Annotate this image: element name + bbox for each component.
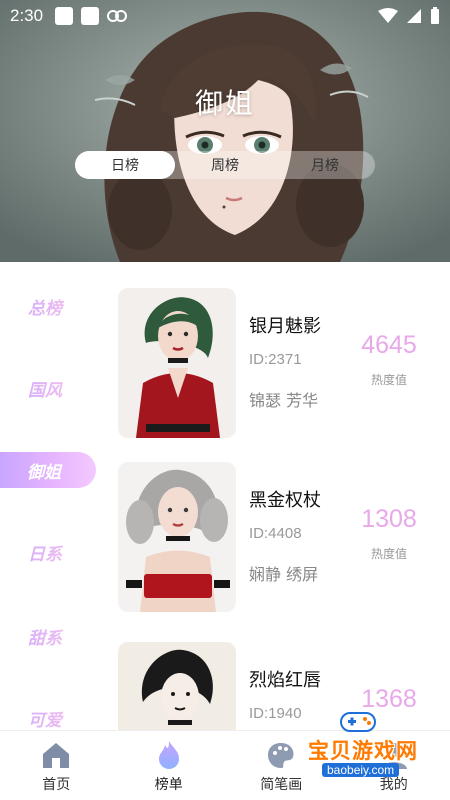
nav-drawing[interactable]: 简笔画 [225,731,338,800]
home-icon [43,743,70,768]
character-tags: 锦瑟 芳华 [249,391,319,410]
sidebar-item-total[interactable]: 总榜 [0,288,96,324]
character-thumbnail [118,462,236,612]
heat-value: 1368 [361,685,417,713]
character-id: ID:4408 [249,525,302,542]
flame-icon [158,741,179,769]
heat-label: 热度值 [370,547,407,561]
heat-value: 4645 [361,331,417,359]
ranking-list: 银月魅影 ID:2371 锦瑟 芳华 4645 热度值 黑金权杖 ID:4408… [100,262,450,730]
character-tags: 娴静 绣屏 [249,565,319,584]
character-id: ID:2371 [249,351,302,368]
notification-icon [81,7,100,25]
heat-label: 热度值 [370,373,407,387]
tab-daily[interactable]: 日榜 [75,151,175,179]
sidebar-item-yujie[interactable]: 御姐 [0,452,96,488]
page-title: 御姐 [194,87,255,120]
notification-icon [55,7,74,25]
battery-icon [431,7,439,24]
tab-monthly[interactable]: 月榜 [275,151,375,179]
list-item[interactable]: 银月魅影 ID:2371 锦瑟 芳华 4645 热度值 [118,288,450,440]
wifi-icon [378,8,398,23]
status-bar: 2:30 [0,0,450,32]
list-item[interactable]: 黑金权杖 ID:4408 娴静 绣屏 1308 热度值 [118,462,450,614]
list-item[interactable]: 烈焰红唇 ID:1940 1368 [118,642,450,730]
heat-value: 1308 [361,505,417,533]
nav-label: 我的 [379,777,408,793]
nav-label: 首页 [42,777,71,793]
nav-ranking[interactable]: 榜单 [113,731,226,800]
character-thumbnail [118,288,236,438]
nav-profile[interactable]: 我的 [338,731,450,800]
tab-weekly[interactable]: 周榜 [175,151,275,179]
character-id: ID:1940 [249,705,302,722]
user-icon [380,743,407,769]
character-name: 银月魅影 [249,316,321,337]
banner-illustration [0,0,450,262]
sidebar-item-rixi[interactable]: 日系 [0,534,96,570]
nav-home[interactable]: 首页 [0,731,113,800]
signal-icon [407,9,421,23]
sidebar-item-tianxi[interactable]: 甜系 [0,618,96,654]
character-name: 烈焰红唇 [249,670,321,691]
bottom-navigation: 首页 榜单 简笔画 我的 [0,730,450,800]
character-thumbnail [118,642,236,730]
nav-label: 简笔画 [260,777,303,793]
category-sidebar: 总榜 国风 御姐 日系 甜系 可爱 [0,262,100,731]
header-banner: 2:30 御姐 日榜 周榜 月榜 [0,0,450,262]
link-icon [107,10,128,22]
status-time: 2:30 [10,6,44,25]
sidebar-item-guofeng[interactable]: 国风 [0,370,96,406]
nav-label: 榜单 [154,777,183,793]
ranking-tabs: 日榜 周榜 月榜 [75,151,375,179]
character-name: 黑金权杖 [249,490,321,511]
palette-icon [268,743,294,768]
